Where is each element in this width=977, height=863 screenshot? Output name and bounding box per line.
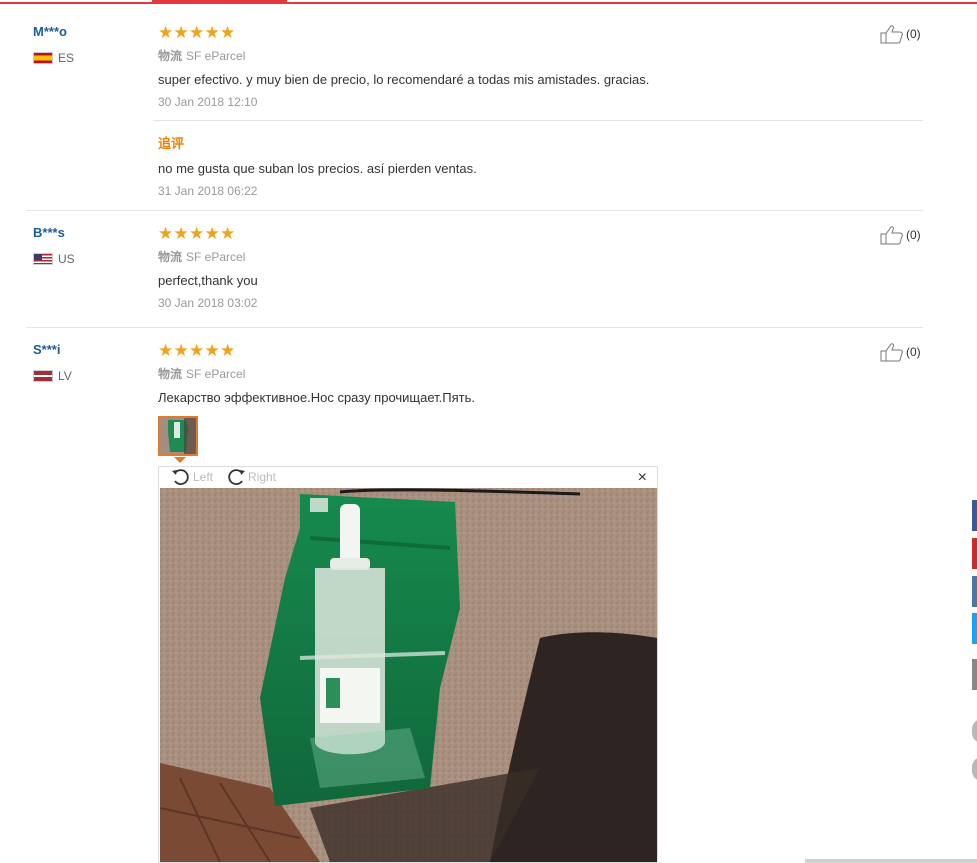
- star-icon: ★: [204, 23, 220, 42]
- star-icon: ★: [220, 23, 236, 42]
- back-to-top-icon[interactable]: [972, 757, 977, 781]
- shipping-method: SF eParcel: [186, 250, 246, 264]
- viewer-toolbar: Left Right ×: [159, 467, 657, 488]
- review-text: super efectivo. y muy bien de precio, lo…: [158, 72, 650, 87]
- review-photo-image: [160, 488, 657, 862]
- review-photo-thumbnail[interactable]: [158, 416, 198, 456]
- star-icon: ★: [173, 341, 189, 360]
- review-photo: [160, 488, 657, 862]
- thumbnail-pointer: [174, 457, 186, 463]
- shipping-info: 物流 SF eParcel: [158, 365, 245, 382]
- shipping-info: 物流 SF eParcel: [158, 47, 245, 64]
- rotate-right-button[interactable]: Right: [226, 468, 276, 486]
- image-viewer: Left Right ×: [158, 466, 658, 863]
- reviewer-country: LV: [33, 369, 72, 383]
- wishlist-icon[interactable]: [972, 719, 977, 743]
- followup-date: 31 Jan 2018 06:22: [158, 184, 258, 198]
- close-icon[interactable]: ×: [638, 469, 647, 487]
- country-code: US: [58, 252, 75, 266]
- star-icon: ★: [220, 224, 236, 243]
- horizontal-scrollbar[interactable]: [805, 859, 977, 863]
- reviewer-country: ES: [33, 51, 74, 65]
- review-date: 30 Jan 2018 03:02: [158, 296, 258, 310]
- shipping-label: 物流: [158, 250, 183, 264]
- star-icon: ★: [158, 224, 174, 243]
- reviewer-name: B***s: [33, 225, 65, 240]
- review-divider: [26, 210, 923, 211]
- reviewer-name: S***i: [33, 342, 61, 357]
- rotate-right-icon: [228, 469, 245, 485]
- star-icon: ★: [173, 224, 189, 243]
- active-tab-indicator: [152, 0, 287, 4]
- star-icon: ★: [158, 23, 174, 42]
- reviewer-country: US: [33, 252, 75, 266]
- like-button[interactable]: (0): [880, 24, 921, 44]
- us-flag-icon: [33, 253, 53, 265]
- country-code: LV: [58, 369, 72, 383]
- star-icon: ★: [173, 23, 189, 42]
- thumbs-up-icon: [880, 226, 903, 245]
- followup-divider: [153, 120, 923, 121]
- shipping-label: 物流: [158, 367, 183, 381]
- followup-text: no me gusta que suban los precios. así p…: [158, 161, 477, 176]
- review-text: perfect,thank you: [158, 273, 258, 288]
- facebook-share-button[interactable]: [972, 500, 977, 531]
- country-code: ES: [58, 51, 75, 65]
- star-rating: ★ ★ ★ ★ ★: [158, 342, 236, 359]
- more-share-button[interactable]: [972, 659, 977, 690]
- latvia-flag-icon: [33, 370, 53, 382]
- like-button[interactable]: (0): [880, 225, 921, 245]
- thumbs-up-icon: [880, 25, 903, 44]
- star-icon: ★: [189, 341, 205, 360]
- followup-title: 追评: [158, 136, 185, 151]
- shipping-method: SF eParcel: [186, 49, 246, 63]
- vk-share-button[interactable]: [972, 576, 977, 607]
- twitter-share-button[interactable]: [972, 613, 977, 644]
- thumbs-up-icon: [880, 343, 903, 362]
- star-rating: ★ ★ ★ ★ ★: [158, 225, 236, 242]
- star-icon: ★: [189, 224, 205, 243]
- reviewer-name: M***o: [33, 24, 67, 39]
- star-icon: ★: [158, 341, 174, 360]
- review-text: Лекарство эффективное.Нос сразу прочищае…: [158, 390, 476, 405]
- shipping-info: 物流 SF eParcel: [158, 248, 245, 265]
- rotate-left-label: Left: [193, 470, 214, 484]
- like-count: (0): [906, 27, 921, 41]
- review-date: 30 Jan 2018 12:10: [158, 95, 258, 109]
- shipping-label: 物流: [158, 49, 183, 63]
- star-icon: ★: [220, 341, 236, 360]
- pinterest-share-button[interactable]: [972, 538, 977, 569]
- star-icon: ★: [204, 341, 220, 360]
- rotate-left-button[interactable]: Left: [171, 468, 213, 486]
- star-icon: ★: [204, 224, 220, 243]
- spain-flag-icon: [33, 52, 53, 64]
- thumbnail-image: [160, 418, 196, 454]
- top-accent-line: [0, 2, 977, 4]
- review-divider: [26, 327, 923, 328]
- shipping-method: SF eParcel: [186, 367, 246, 381]
- rotate-left-icon: [172, 469, 189, 485]
- like-button[interactable]: (0): [880, 342, 921, 362]
- like-count: (0): [906, 228, 921, 242]
- star-rating: ★ ★ ★ ★ ★: [158, 24, 236, 41]
- like-count: (0): [906, 345, 921, 359]
- star-icon: ★: [189, 23, 205, 42]
- rotate-right-label: Right: [248, 470, 277, 484]
